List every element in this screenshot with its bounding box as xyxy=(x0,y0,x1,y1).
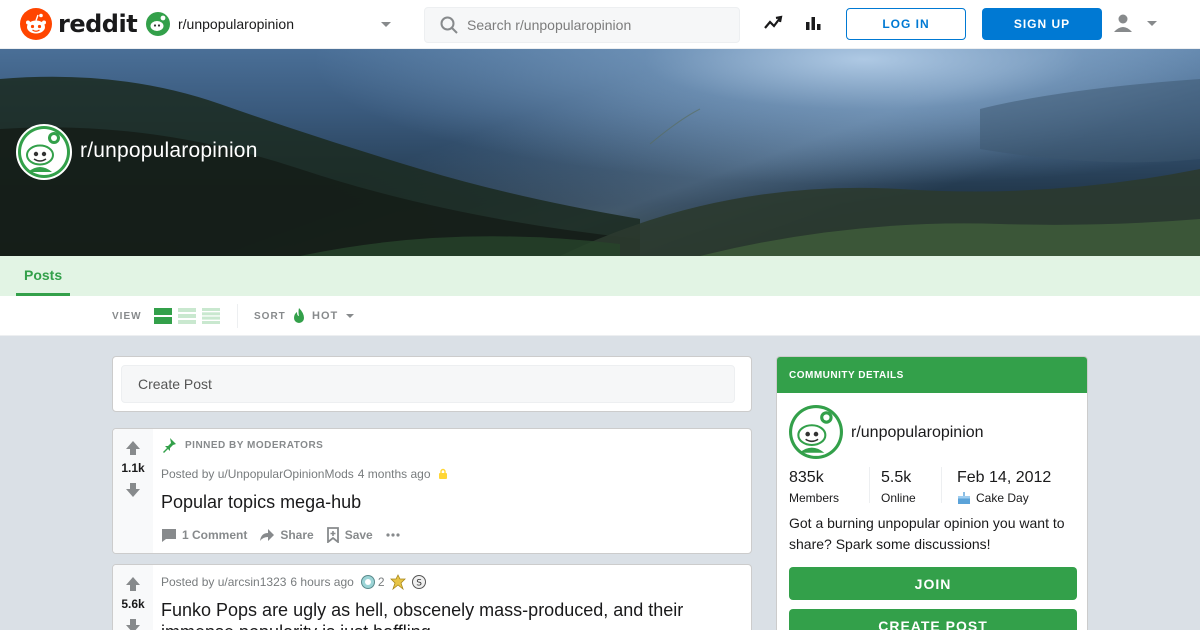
user-icon xyxy=(1114,14,1132,32)
cake-date: Feb 14, 2012 xyxy=(957,469,1052,486)
create-post-input[interactable]: Create Post xyxy=(121,365,735,403)
community-avatar xyxy=(789,405,843,459)
sort-value: HOT xyxy=(312,310,339,322)
post-title[interactable]: Popular topics mega-hub xyxy=(161,491,361,513)
pinned-text: PINNED BY MODERATORS xyxy=(185,439,324,451)
banner-title: r/unpopularopinion xyxy=(80,139,258,162)
post-time[interactable]: 6 hours ago xyxy=(290,575,353,589)
pinned-label: PINNED BY MODERATORS xyxy=(161,437,323,453)
reddit-wordmark: reddit xyxy=(58,10,138,38)
classic-view-icon[interactable] xyxy=(178,308,196,324)
more-dots-icon xyxy=(386,533,400,537)
view-label: VIEW xyxy=(112,311,142,322)
save-button[interactable]: Save xyxy=(326,527,373,543)
award-silver-icon xyxy=(360,575,375,589)
members-count: 835k xyxy=(789,469,824,486)
members-stat: 835k Members xyxy=(789,469,839,505)
comments-button[interactable]: 1 Comment xyxy=(161,527,247,543)
post-card[interactable]: 5.6k Posted by u/arcsin1323 6 hours ago … xyxy=(112,564,752,630)
create-post-card: Create Post xyxy=(112,356,752,412)
join-button[interactable]: JOIN xyxy=(789,567,1077,600)
vote-count: 5.6k xyxy=(121,597,145,611)
trending-icon[interactable] xyxy=(763,13,783,38)
compact-view-icon[interactable] xyxy=(202,308,220,324)
community-avatar xyxy=(16,124,72,180)
flame-hot-icon xyxy=(294,308,304,323)
cake-day-row: Cake Day xyxy=(957,491,1051,505)
stat-divider xyxy=(869,467,870,503)
view-sort-divider xyxy=(237,304,238,328)
svg-text:S: S xyxy=(416,579,422,589)
more-options-button[interactable] xyxy=(385,527,406,543)
reddit-snoo-icon xyxy=(20,8,52,40)
popular-chart-icon[interactable] xyxy=(803,13,823,38)
pin-icon xyxy=(163,438,176,453)
award-count: 2 xyxy=(377,575,385,589)
chevron-down-icon xyxy=(378,16,394,37)
community-selector[interactable]: r/unpopularopinion xyxy=(146,8,400,40)
community-banner: r/unpopularopinion xyxy=(0,49,1200,256)
lock-icon xyxy=(438,468,447,479)
members-label: Members xyxy=(789,491,840,505)
community-name[interactable]: r/unpopularopinion xyxy=(851,424,984,442)
chevron-down-icon xyxy=(346,314,355,318)
reddit-logo[interactable]: reddit xyxy=(20,8,138,40)
share-button[interactable]: Share xyxy=(259,527,314,543)
top-header: reddit r/unpopularopinion Search r/unpop… xyxy=(0,0,1200,49)
sort-label: SORT xyxy=(254,311,286,322)
post-author[interactable]: Posted by u/arcsin1323 xyxy=(161,575,286,589)
search-icon xyxy=(440,16,458,34)
search-placeholder: Search r/unpopularopinion xyxy=(467,17,632,33)
sort-dropdown[interactable]: HOT xyxy=(292,308,356,324)
award-gold-icon xyxy=(389,574,406,590)
post-meta: Posted by u/UnpopularOpinionMods 4 month… xyxy=(161,467,449,481)
stat-divider xyxy=(941,467,942,503)
community-selector-label: r/unpopularopinion xyxy=(178,16,294,32)
post-meta: Posted by u/arcsin1323 6 hours ago 2 S xyxy=(161,574,426,590)
chevron-down-icon xyxy=(1147,21,1157,26)
post-card[interactable]: 1.1k PINNED BY MODERATORS Posted by u/Un… xyxy=(112,428,752,554)
vote-column: 5.6k xyxy=(113,565,153,630)
post-title[interactable]: Funko Pops are ugly as hell, obscenely m… xyxy=(161,599,721,630)
post-author[interactable]: Posted by u/UnpopularOpinionMods xyxy=(161,467,354,481)
bookmark-icon xyxy=(326,527,339,543)
cake-day-stat: Feb 14, 2012 Cake Day xyxy=(957,469,1051,505)
vote-column: 1.1k xyxy=(113,429,153,553)
upvote-arrow-icon[interactable] xyxy=(124,575,142,598)
signup-button[interactable]: SIGN UP xyxy=(982,8,1102,40)
card-view-icon[interactable] xyxy=(154,308,172,324)
create-post-button[interactable]: CREATE POST xyxy=(789,609,1077,630)
upvote-arrow-icon[interactable] xyxy=(124,439,142,462)
award-coin-icon: S xyxy=(411,575,426,589)
save-label: Save xyxy=(344,528,373,542)
online-label: Online xyxy=(881,491,916,505)
community-description: Got a burning unpopular opinion you want… xyxy=(789,515,1065,552)
online-stat: 5.5k Online xyxy=(881,469,916,505)
user-menu-dropdown[interactable] xyxy=(1112,12,1160,34)
cake-day-label: Cake Day xyxy=(976,491,1029,505)
search-input[interactable]: Search r/unpopularopinion xyxy=(424,7,740,43)
community-tabs: Posts xyxy=(0,256,1200,296)
cake-icon xyxy=(958,492,970,504)
subreddit-avatar-icon xyxy=(146,12,170,36)
post-actions: 1 Comment Share Save xyxy=(161,527,418,543)
snoo-community-icon xyxy=(18,126,70,178)
vote-count: 1.1k xyxy=(121,461,145,475)
community-details-card: COMMUNITY DETAILS r/unpopularopinion 835… xyxy=(776,356,1088,630)
comments-label: 1 Comment xyxy=(182,528,248,542)
snoo-community-icon xyxy=(789,405,843,459)
online-count: 5.5k xyxy=(881,469,912,486)
view-sort-bar: VIEW SORT HOT xyxy=(0,296,1200,336)
post-time[interactable]: 4 months ago xyxy=(358,467,431,481)
comment-icon xyxy=(162,529,176,542)
login-button[interactable]: LOG IN xyxy=(846,8,966,40)
downvote-arrow-icon[interactable] xyxy=(124,617,142,630)
downvote-arrow-icon[interactable] xyxy=(124,481,142,504)
share-label: Share xyxy=(280,528,314,542)
share-icon xyxy=(260,529,275,541)
tab-posts[interactable]: Posts xyxy=(16,256,71,296)
community-details-header: COMMUNITY DETAILS xyxy=(777,357,1087,393)
